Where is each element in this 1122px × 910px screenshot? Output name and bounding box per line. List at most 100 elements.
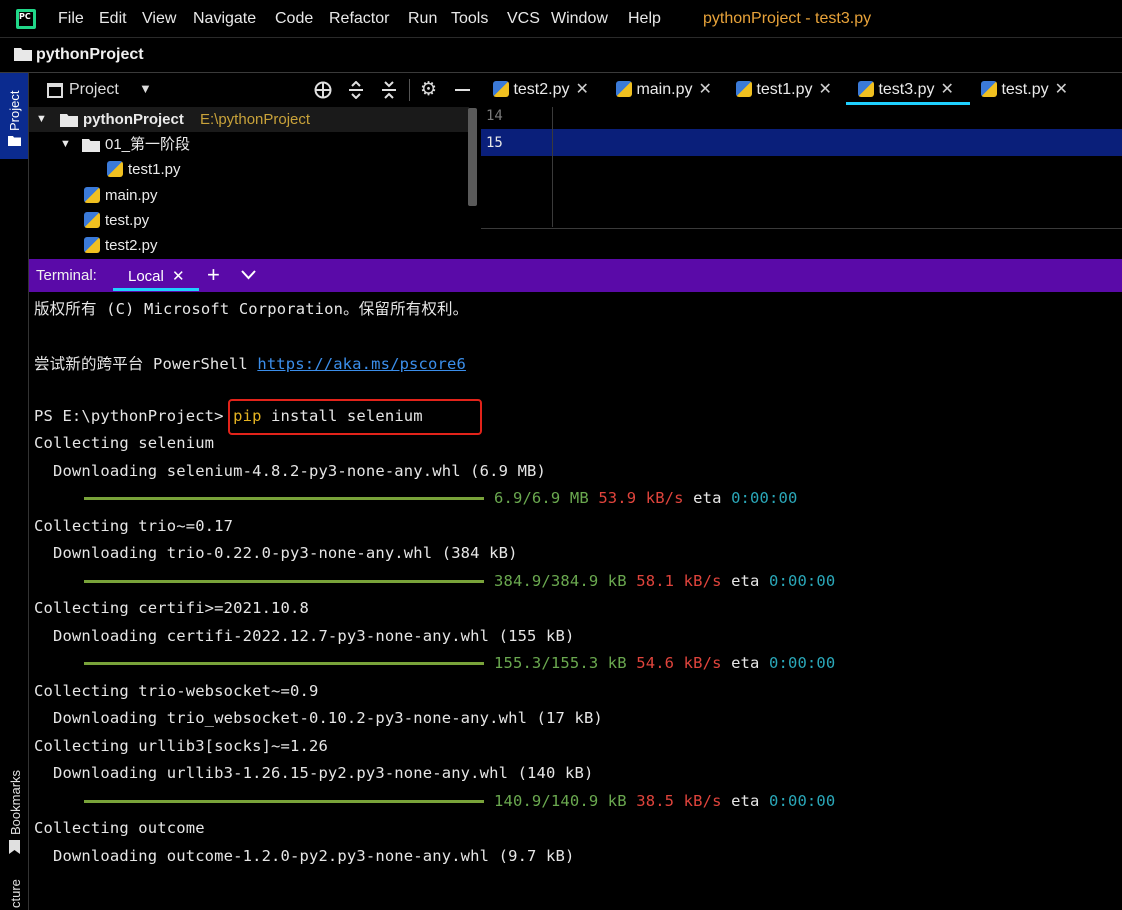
menu-navigate[interactable]: Navigate — [193, 10, 256, 28]
tab-test[interactable]: test.py ✕ — [981, 73, 1068, 107]
tab-test1[interactable]: test1.py ✕ — [736, 73, 832, 107]
menu-file[interactable]: File — [58, 10, 84, 28]
tree-item-folder[interactable]: ▼ 01_第一阶段 — [29, 132, 469, 157]
terminal-line: Downloading urllib3-1.26.15-py2.py3-none… — [34, 764, 594, 782]
tab-label: test3.py — [878, 81, 935, 98]
project-panel-header: Project ▼ ⚙ — [29, 73, 479, 108]
progress-speed: 53.9 kB/s — [598, 489, 684, 507]
menu-window[interactable]: Window — [551, 10, 608, 28]
tab-main[interactable]: main.py ✕ — [616, 73, 712, 107]
pycharm-logo-icon: PC — [16, 9, 36, 29]
terminal-line: Downloading outcome-1.2.0-py2.py3-none-a… — [34, 847, 575, 865]
tree-item-file[interactable]: test1.py — [29, 157, 469, 182]
project-tree: ▼ pythonProject E:\pythonProject ▼ 01_第一… — [29, 107, 479, 259]
tab-test2[interactable]: test2.py ✕ — [493, 73, 589, 107]
pscore-link[interactable]: https://aka.ms/pscore6 — [257, 355, 466, 373]
tree-item-label: pythonProject — [83, 111, 184, 128]
project-tool-button[interactable]: Project — [0, 73, 28, 159]
python-file-icon — [858, 81, 874, 97]
tree-item-label: main.py — [105, 187, 158, 204]
progress-eta: 0:00:00 — [769, 792, 836, 810]
crosshair-icon[interactable] — [314, 81, 332, 99]
project-panel-title[interactable]: Project — [69, 81, 119, 99]
close-icon[interactable]: ✕ — [940, 81, 953, 98]
chevron-down-icon[interactable]: ▼ — [36, 107, 47, 132]
progress-line: 155.3/155.3 kB 54.6 kB/s eta 0:00:00 — [84, 654, 835, 672]
project-window-icon — [47, 83, 63, 98]
terminal-line: Downloading trio_websocket-0.10.2-py3-no… — [34, 709, 603, 727]
progress-size: 140.9/140.9 kB — [494, 792, 627, 810]
progress-bar — [84, 580, 484, 583]
python-file-icon — [84, 212, 100, 228]
expand-all-icon[interactable] — [347, 81, 365, 99]
chevron-down-icon[interactable] — [241, 270, 256, 280]
bookmark-icon — [9, 840, 20, 854]
active-tab-indicator — [846, 102, 970, 105]
tree-scrollbar[interactable] — [468, 108, 477, 206]
structure-tool-label: cture — [8, 879, 23, 908]
terminal-label: Terminal: — [36, 267, 97, 284]
close-icon[interactable]: ✕ — [818, 81, 831, 98]
menu-refactor[interactable]: Refactor — [329, 10, 389, 28]
menu-edit[interactable]: Edit — [99, 10, 127, 28]
progress-speed: 54.6 kB/s — [636, 654, 722, 672]
close-icon[interactable]: ✕ — [172, 268, 185, 285]
toolbar-divider — [409, 79, 410, 101]
tree-item-file[interactable]: test.py — [29, 208, 469, 233]
terminal-line: Collecting outcome — [34, 819, 205, 837]
close-icon[interactable]: ✕ — [1055, 81, 1068, 98]
menu-view[interactable]: View — [142, 10, 176, 28]
menu-code[interactable]: Code — [275, 10, 313, 28]
project-folder-icon — [8, 136, 21, 146]
progress-eta: 0:00:00 — [769, 654, 836, 672]
close-icon[interactable]: ✕ — [575, 81, 588, 98]
progress-line: 384.9/384.9 kB 58.1 kB/s eta 0:00:00 — [84, 572, 835, 590]
menu-run[interactable]: Run — [408, 10, 437, 28]
terminal-prompt: PS E:\pythonProject> — [34, 407, 234, 425]
chevron-down-icon[interactable]: ▼ — [60, 132, 71, 157]
menu-vcs[interactable]: VCS — [507, 10, 540, 28]
python-file-icon — [493, 81, 509, 97]
terminal-line: 尝试新的跨平台 PowerShell https://aka.ms/pscore… — [34, 352, 466, 374]
terminal-header: Terminal: Local ✕ + — [29, 259, 1122, 292]
tab-label: test1.py — [756, 81, 813, 98]
line-number: 14 — [486, 108, 503, 124]
tree-item-root[interactable]: ▼ pythonProject E:\pythonProject — [29, 107, 469, 132]
folder-icon — [82, 139, 100, 152]
progress-eta-label: eta — [731, 572, 760, 590]
editor-tab-bar: test2.py ✕ main.py ✕ test1.py ✕ test3.py ✕ t… — [481, 73, 1122, 108]
progress-size: 155.3/155.3 kB — [494, 654, 627, 672]
add-terminal-icon[interactable]: + — [207, 262, 220, 288]
structure-tool-button[interactable]: cture — [0, 872, 28, 910]
terminal-line: Collecting urllib3[socks]~=1.26 — [34, 737, 328, 755]
python-file-icon — [736, 81, 752, 97]
progress-speed: 38.5 kB/s — [636, 792, 722, 810]
progress-eta-label: eta — [731, 792, 760, 810]
minimize-icon[interactable] — [455, 89, 470, 91]
progress-size: 6.9/6.9 MB — [494, 489, 589, 507]
progress-eta: 0:00:00 — [731, 489, 798, 507]
tree-item-file[interactable]: main.py — [29, 183, 469, 208]
tree-item-label: 01_第一阶段 — [105, 136, 191, 153]
collapse-all-icon[interactable] — [380, 81, 398, 99]
tab-label: main.py — [636, 81, 693, 98]
close-icon[interactable]: ✕ — [698, 81, 711, 98]
menu-tools[interactable]: Tools — [451, 10, 488, 28]
bookmarks-tool-button[interactable]: Bookmarks — [0, 763, 28, 858]
folder-icon — [60, 114, 78, 127]
chevron-down-icon[interactable]: ▼ — [139, 81, 152, 96]
tab-label: test2.py — [513, 81, 570, 98]
gear-icon[interactable]: ⚙ — [420, 78, 437, 100]
bookmarks-tool-label: Bookmarks — [8, 769, 23, 835]
folder-icon — [14, 48, 32, 61]
tree-item-file[interactable]: test2.py — [29, 233, 469, 258]
menu-bar: PC File Edit View Navigate Code Refactor… — [0, 0, 1122, 38]
terminal-line: Collecting certifi>=2021.10.8 — [34, 599, 309, 617]
command-highlight-box — [228, 399, 482, 435]
tab-terminal-local[interactable]: Local ✕ — [128, 267, 185, 285]
menu-help[interactable]: Help — [628, 10, 661, 28]
tree-item-label: test1.py — [128, 161, 181, 178]
breadcrumb-project[interactable]: pythonProject — [36, 46, 144, 64]
python-file-icon — [84, 237, 100, 253]
tree-item-label: test.py — [105, 212, 150, 229]
